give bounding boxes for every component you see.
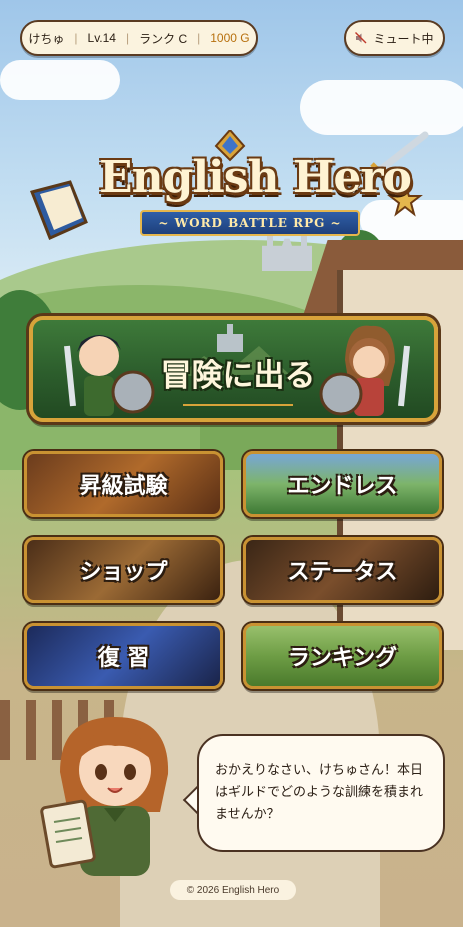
book-icon: [30, 180, 88, 241]
review-label: 復 習: [97, 646, 150, 671]
player-status-bar: けちゅ | Lv.14 | ランク C | 1000 G: [20, 20, 258, 56]
logo-title: English Hero: [99, 152, 412, 203]
divider: |: [125, 31, 130, 45]
status-button[interactable]: ステータス: [243, 537, 442, 603]
divider: |: [197, 31, 201, 45]
ranking-label: ランキング: [287, 646, 398, 671]
shop-button[interactable]: ショップ: [24, 537, 223, 603]
castle-icon: [217, 324, 243, 352]
endless-mode-button[interactable]: エンドレス: [243, 451, 442, 517]
player-name: けちゅ: [28, 31, 65, 46]
clipboard-icon: [40, 799, 96, 869]
copyright-footer: © 2026 English Hero: [170, 880, 296, 900]
promotion-exam-label: 昇級試験: [79, 474, 168, 499]
divider: |: [74, 31, 78, 45]
hero-boy-icon: [64, 335, 155, 416]
copyright-text: © 2026 English Hero: [186, 884, 280, 896]
game-logo: English Hero ~ WORD BATTLE RPG ~: [30, 130, 430, 250]
cloud: [300, 80, 463, 135]
hero-girl-icon: [319, 325, 410, 416]
endless-mode-label: エンドレス: [287, 474, 398, 499]
ranking-button[interactable]: ランキング: [243, 623, 442, 689]
speech-bubble: おかえりなさい、けちゅさん！本日はギルドでどのような訓練を積まれませんか？: [197, 734, 445, 852]
shop-label: ショップ: [79, 560, 168, 585]
mute-label: ミュート中: [373, 31, 434, 46]
player-level: Lv.14: [87, 31, 116, 45]
player-rank: ランク C: [139, 31, 188, 46]
cloud: [0, 60, 120, 100]
status-label: ステータス: [287, 560, 398, 585]
start-adventure-button[interactable]: 冒険に出る: [29, 316, 438, 422]
logo-subtitle: ~ WORD BATTLE RPG ~: [140, 210, 360, 236]
review-button[interactable]: 復 習: [24, 623, 223, 689]
speaker-muted-icon: [355, 32, 367, 44]
player-gold: 1000 G: [210, 31, 250, 45]
decorative-line: [183, 404, 293, 406]
guild-receptionist: [40, 717, 169, 876]
mute-button[interactable]: ミュート中: [344, 20, 445, 56]
promotion-exam-button[interactable]: 昇級試験: [24, 451, 223, 517]
start-adventure-label: 冒険に出る: [160, 358, 316, 394]
guide-message: おかえりなさい、けちゅさん！本日はギルドでどのような訓練を積まれませんか？: [215, 763, 424, 822]
